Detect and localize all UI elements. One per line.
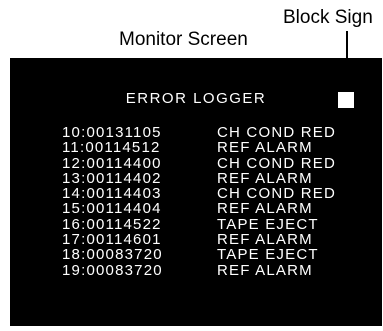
log-row: 11:00114512 REF ALARM xyxy=(62,139,336,157)
log-row: 19:00083720 REF ALARM xyxy=(62,261,336,279)
log-message: CH COND RED xyxy=(217,124,337,141)
log-code: 12:00114400 xyxy=(62,154,162,172)
log-message: TAPE EJECT xyxy=(217,215,319,233)
monitor-screen-label: Monitor Screen xyxy=(119,29,248,50)
log-code: 14:00114403 xyxy=(62,185,162,203)
log-row: 13:00114402 REF ALARM xyxy=(62,169,336,187)
log-row: 17:00114601 REF ALARM xyxy=(62,231,336,249)
log-message: REF ALARM xyxy=(217,169,313,187)
log-row: 16:00114522 TAPE EJECT xyxy=(62,215,336,233)
log-message: CH COND RED xyxy=(217,185,337,203)
log-code: 15:00114404 xyxy=(62,200,162,218)
log-message: CH COND RED xyxy=(217,154,337,172)
log-row: 18:00083720 TAPE EJECT xyxy=(62,246,336,264)
monitor-screen: ERROR LOGGER 10:00131105 CH COND RED 11:… xyxy=(10,58,382,326)
log-code: 18:00083720 xyxy=(62,246,163,264)
log-code: 13:00114402 xyxy=(62,169,162,187)
log-code: 16:00114522 xyxy=(62,215,162,233)
error-log-list: 10:00131105 CH COND RED 11:00114512 REF … xyxy=(62,125,336,278)
log-message: REF ALARM xyxy=(217,139,313,157)
error-logger-title: ERROR LOGGER xyxy=(125,90,267,107)
log-code: 17:00114601 xyxy=(62,231,162,249)
log-code: 11:00114512 xyxy=(62,139,161,157)
log-message: REF ALARM xyxy=(217,231,313,249)
log-row: 10:00131105 CH COND RED xyxy=(62,124,337,141)
log-code: 10:00131105 xyxy=(62,124,162,141)
log-row: 15:00114404 REF ALARM xyxy=(62,200,336,218)
log-message: REF ALARM xyxy=(217,261,313,279)
log-row: 14:00114403 CH COND RED xyxy=(62,185,337,203)
log-code: 19:00083720 xyxy=(62,261,163,279)
block-sign-label: Block Sign xyxy=(283,7,373,28)
log-row: 12:00114400 CH COND RED xyxy=(62,154,337,172)
log-message: TAPE EJECT xyxy=(217,246,319,264)
log-message: REF ALARM xyxy=(217,200,313,218)
